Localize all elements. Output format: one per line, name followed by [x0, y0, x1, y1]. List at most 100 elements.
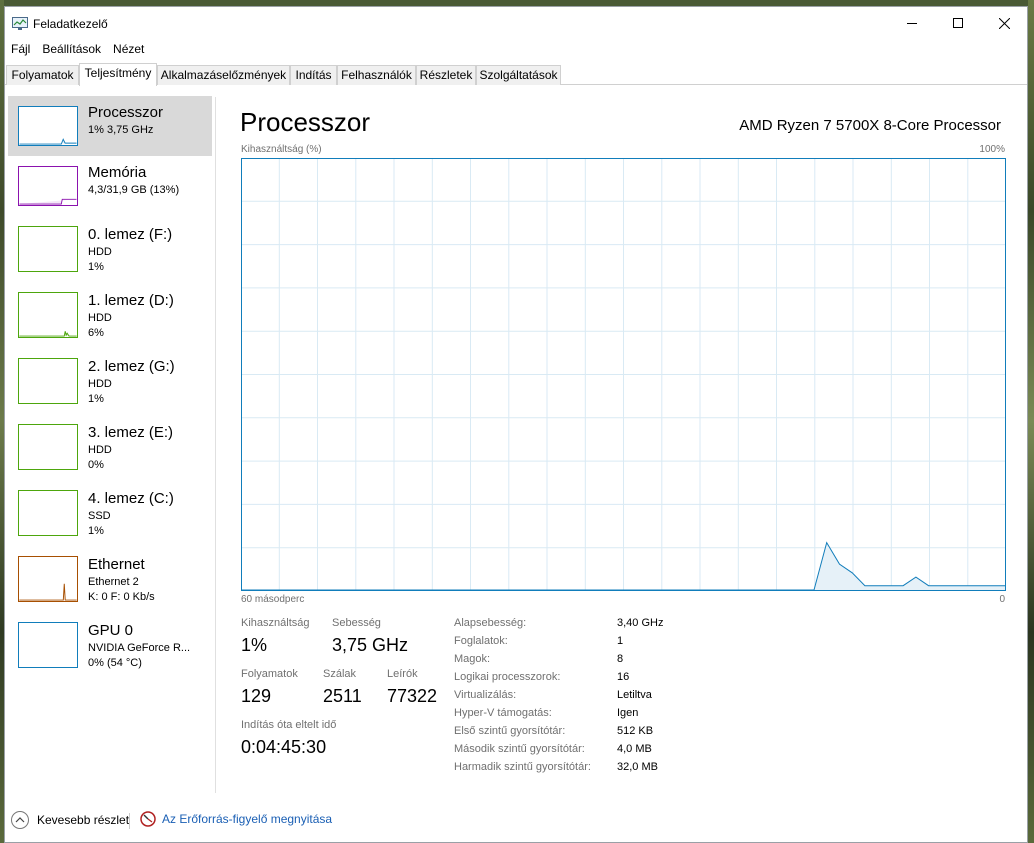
footer-separator — [129, 813, 130, 829]
sidebar-item-type: NVIDIA GeForce R... — [88, 642, 191, 654]
sidebar-item-disk-0[interactable]: 0. lemez (F:) HDD 1% — [8, 222, 212, 282]
spec-label: Első szintű gyorsítótár: — [454, 725, 566, 737]
menu-options[interactable]: Beállítások — [36, 41, 107, 59]
cpu-model-name: AMD Ryzen 7 5700X 8-Core Processor — [739, 117, 1001, 134]
tab-app-history[interactable]: Alkalmazáselőzmények — [157, 65, 290, 85]
footer-bar: Kevesebb részlet Az Erőforrás-figyelő me… — [5, 807, 1027, 837]
memory-thumbnail — [18, 166, 78, 206]
sidebar-item-label: 3. lemez (E:) — [88, 424, 174, 441]
tab-strip: Folyamatok Teljesítmény Alkalmazáselőzmé… — [5, 63, 1027, 86]
sidebar-item-type: HDD — [88, 378, 112, 390]
spec-label: Logikai processzorok: — [454, 671, 561, 683]
spec-value: 512 KB — [617, 725, 654, 737]
spec-label: Hyper-V támogatás: — [454, 707, 552, 719]
sidebar-item-detail: K: 0 F: 0 Kb/s — [88, 591, 155, 603]
menu-bar: Fájl Beállítások Nézet — [5, 41, 150, 59]
sidebar-item-ethernet[interactable]: Ethernet Ethernet 2 K: 0 F: 0 Kb/s — [8, 552, 212, 612]
sidebar-item-type: SSD — [88, 510, 111, 522]
ethernet-thumbnail — [18, 556, 78, 602]
sidebar-item-type: HDD — [88, 312, 112, 324]
tab-details[interactable]: Részletek — [416, 65, 476, 85]
sidebar-item-type: Ethernet 2 — [88, 576, 139, 588]
close-button[interactable] — [981, 7, 1027, 39]
sidebar-item-label: Memória — [88, 164, 147, 181]
minimize-button[interactable] — [889, 7, 935, 39]
window-title: Feladatkezelő — [33, 17, 108, 31]
sidebar-item-cpu[interactable]: Processzor 1% 3,75 GHz — [8, 96, 212, 156]
spec-value: Igen — [617, 707, 639, 719]
utilization-label: Kihasználtság — [241, 617, 310, 629]
sidebar-item-label: Processzor — [88, 104, 164, 121]
sidebar-divider — [215, 97, 216, 793]
disk-3-thumbnail — [18, 424, 78, 470]
sidebar-item-type: HDD — [88, 246, 112, 258]
sidebar-item-disk-2[interactable]: 2. lemez (G:) HDD 1% — [8, 354, 212, 414]
resource-monitor-link[interactable]: Az Erőforrás-figyelő megnyitása — [140, 811, 332, 827]
graph-min-label: 0 — [999, 594, 1005, 605]
spec-label: Harmadik szintű gyorsítótár: — [454, 761, 591, 773]
sidebar-item-type: HDD — [88, 444, 112, 456]
spec-label: Magok: — [454, 653, 491, 665]
spec-label: Virtualizálás: — [454, 689, 517, 701]
graph-y-label: Kihasználtság (%) — [241, 144, 322, 155]
sidebar-item-detail: 0% (54 °C) — [88, 657, 142, 669]
spec-value: 4,0 MB — [617, 743, 652, 755]
sidebar-item-detail: 1% — [88, 261, 104, 273]
sidebar-item-detail: 6% — [88, 327, 104, 339]
spec-label: Foglalatok: — [454, 635, 508, 647]
sidebar-item-label: 1. lemez (D:) — [88, 292, 174, 309]
sidebar-item-detail: 1% — [88, 393, 104, 405]
sidebar-item-label: 2. lemez (G:) — [88, 358, 175, 375]
processes-value: 129 — [241, 686, 272, 706]
tab-processes[interactable]: Folyamatok — [6, 65, 79, 85]
spec-value: 8 — [617, 653, 624, 665]
handles-value: 77322 — [387, 686, 438, 706]
speed-value: 3,75 GHz — [332, 635, 409, 655]
spec-value: 32,0 MB — [617, 761, 658, 773]
maximize-button[interactable] — [935, 7, 981, 39]
tab-users[interactable]: Felhasználók — [337, 65, 416, 85]
sidebar-item-label: Ethernet — [88, 556, 145, 573]
uptime-label: Indítás óta eltelt idő — [241, 719, 337, 731]
desktop-background-right — [1028, 0, 1034, 843]
title-bar[interactable]: Feladatkezelő — [5, 7, 1027, 39]
cpu-utilization-graph — [241, 158, 1006, 591]
sidebar-item-label: 4. lemez (C:) — [88, 490, 174, 507]
graph-max-label: 100% — [979, 144, 1005, 155]
menu-view[interactable]: Nézet — [107, 41, 150, 59]
sidebar-item-memory[interactable]: Memória 4,3/31,9 GB (13%) — [8, 156, 212, 216]
disk-2-thumbnail — [18, 358, 78, 404]
menu-file[interactable]: Fájl — [5, 41, 36, 59]
utilization-value: 1% — [241, 635, 268, 655]
threads-value: 2511 — [323, 686, 362, 706]
sidebar-item-detail: 1% — [88, 525, 104, 537]
disk-4-thumbnail — [18, 490, 78, 536]
cpu-thumbnail — [18, 106, 78, 146]
sidebar-item-label: GPU 0 — [88, 622, 134, 639]
tab-services[interactable]: Szolgáltatások — [476, 65, 561, 85]
sidebar-item-gpu[interactable]: GPU 0 NVIDIA GeForce R... 0% (54 °C) — [8, 618, 212, 678]
tab-startup[interactable]: Indítás — [290, 65, 337, 85]
sidebar-item-disk-4[interactable]: 4. lemez (C:) SSD 1% — [8, 486, 212, 546]
sidebar-item-label: 0. lemez (F:) — [88, 226, 173, 243]
close-icon — [998, 17, 1010, 29]
task-manager-icon — [12, 17, 28, 30]
sidebar-item-disk-1[interactable]: 1. lemez (D:) HDD 6% — [8, 288, 212, 348]
sidebar-item-detail: 1% 3,75 GHz — [88, 124, 154, 136]
resource-sidebar: Processzor 1% 3,75 GHz Memória 4,3/31,9 … — [5, 86, 216, 786]
tab-performance[interactable]: Teljesítmény — [79, 63, 157, 86]
spec-value: 16 — [617, 671, 630, 683]
resource-monitor-icon — [140, 811, 156, 827]
uptime-value: 0:04:45:30 — [241, 737, 327, 757]
sidebar-item-detail: 0% — [88, 459, 104, 471]
disk-0-thumbnail — [18, 226, 78, 272]
spec-value: 1 — [617, 635, 624, 647]
speed-label: Sebesség — [332, 617, 381, 629]
fewer-details-button[interactable]: Kevesebb részlet — [11, 811, 129, 829]
minimize-icon — [907, 23, 917, 24]
sidebar-item-disk-3[interactable]: 3. lemez (E:) HDD 0% — [8, 420, 212, 480]
disk-1-thumbnail — [18, 292, 78, 338]
sidebar-item-detail: 4,3/31,9 GB (13%) — [88, 184, 180, 196]
handles-label: Leírók — [387, 668, 418, 680]
gpu-thumbnail — [18, 622, 78, 668]
